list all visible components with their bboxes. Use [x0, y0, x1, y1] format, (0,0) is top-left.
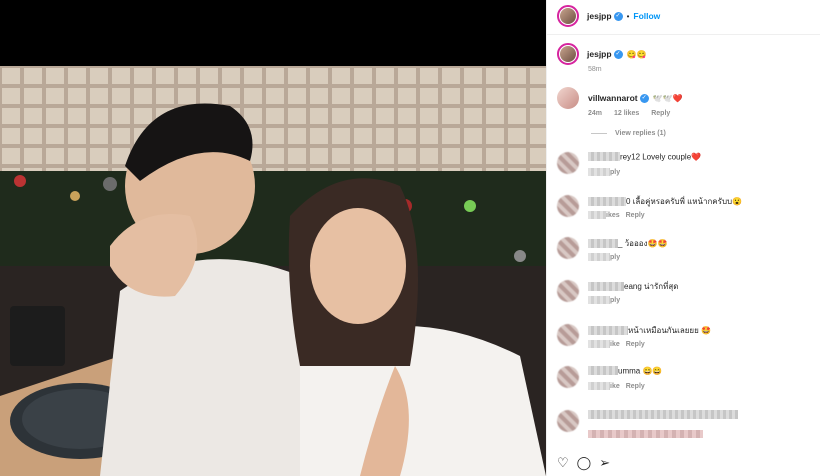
blurred-meta	[588, 296, 610, 304]
verified-icon: ✓	[613, 11, 623, 21]
blurred-meta	[588, 253, 610, 261]
reply-button[interactable]: Reply	[626, 341, 645, 348]
comment-item	[557, 410, 817, 438]
reply-button[interactable]: ply	[610, 169, 620, 176]
instagram-post-view: jesjpp ✓ • Follow jesjpp ✓ 😋😋 58m villwa…	[0, 0, 820, 476]
commenter-avatar[interactable]	[557, 324, 579, 346]
blurred-username	[588, 366, 618, 376]
blurred-meta	[588, 211, 606, 219]
comment-item: rey12 Lovely couple❤️ ply	[557, 152, 817, 176]
comment-meta: 24m 12 likes Reply	[588, 110, 680, 117]
photo-illustration	[0, 66, 546, 476]
commenter-username[interactable]: villwannarot	[588, 93, 638, 103]
blurred-comment	[588, 410, 738, 420]
commenter-avatar[interactable]	[557, 87, 579, 109]
caption-username[interactable]: jesjpp	[587, 49, 612, 59]
comment-item: villwannarot ✓ 🕊️🕊️❤️ 24m 12 likes Reply	[557, 87, 817, 117]
likes-button[interactable]: ike	[610, 383, 620, 390]
caption-text: 😋😋	[626, 49, 647, 59]
comment-icon[interactable]: ◯	[577, 456, 592, 470]
caption-time: 58m	[588, 66, 602, 73]
commenter-avatar[interactable]	[557, 195, 579, 217]
follow-button[interactable]: Follow	[633, 11, 660, 21]
likes-button[interactable]: ikes	[606, 212, 620, 219]
reply-button[interactable]: ply	[610, 297, 620, 304]
comment-text: หน้าเหมือนกันเลยยย 🤩	[628, 326, 711, 335]
blurred-username	[588, 282, 624, 291]
verified-icon: ✓	[639, 93, 649, 103]
comment-text: 0 เลื้อคู่หรอครับพี่ แหน้ากครับบ😮	[626, 197, 743, 206]
blurred-username	[588, 326, 628, 335]
caption-avatar[interactable]	[557, 43, 579, 65]
post-media[interactable]	[0, 0, 546, 476]
reply-button[interactable]: Reply	[626, 383, 645, 390]
comment-text: umma 😄😄	[618, 366, 663, 376]
blurred-username	[588, 152, 620, 162]
comment-text: rey12 Lovely couple❤️	[620, 152, 702, 162]
verified-icon: ✓	[613, 49, 623, 59]
blurred-username	[588, 197, 626, 206]
post-actions: ♡ ◯ ➢	[557, 456, 610, 470]
commenter-avatar[interactable]	[557, 366, 579, 388]
header-divider	[547, 34, 820, 35]
comment-text: eang น่ารักที่สุด	[624, 282, 679, 291]
reply-button[interactable]: ply	[610, 254, 620, 261]
commenter-avatar[interactable]	[557, 280, 579, 302]
commenter-avatar[interactable]	[557, 152, 579, 174]
post-photo[interactable]	[0, 66, 546, 476]
author-username[interactable]: jesjpp	[587, 11, 612, 21]
comment-text: 🕊️🕊️❤️	[652, 93, 683, 103]
comment-time: 24m	[588, 110, 603, 117]
comment-item: umma 😄😄 ike Reply	[557, 366, 817, 390]
author-avatar[interactable]	[557, 5, 579, 27]
comment-item: eang น่ารักที่สุด ply	[557, 280, 817, 304]
post-header: jesjpp ✓ • Follow	[557, 4, 660, 28]
likes-button[interactable]: ike	[610, 341, 620, 348]
blurred-username	[588, 239, 618, 248]
heart-icon[interactable]: ♡	[557, 456, 569, 470]
blurred-meta	[588, 382, 610, 390]
blurred-meta	[588, 340, 610, 348]
comment-text: _ ว้อออง🤩🤩	[618, 239, 668, 248]
caption: jesjpp ✓ 😋😋 58m	[557, 43, 647, 73]
blurred-meta	[588, 430, 703, 438]
replies-line	[591, 133, 607, 134]
comment-item: หน้าเหมือนกันเลยยย 🤩 ike Reply	[557, 324, 817, 348]
view-replies-label[interactable]: View replies (1)	[615, 130, 666, 137]
blurred-meta	[588, 168, 610, 176]
comments-panel: jesjpp ✓ • Follow jesjpp ✓ 😋😋 58m villwa…	[546, 0, 820, 476]
reply-button[interactable]: Reply	[651, 110, 670, 117]
comment-item: _ ว้อออง🤩🤩 ply	[557, 237, 817, 261]
commenter-avatar[interactable]	[557, 410, 579, 432]
share-icon[interactable]: ➢	[599, 456, 610, 470]
comment-likes[interactable]: 12 likes	[614, 110, 639, 117]
reply-button[interactable]: Reply	[626, 212, 645, 219]
comment-item: 0 เลื้อคู่หรอครับพี่ แหน้ากครับบ😮 ikes Re…	[557, 195, 817, 219]
separator-dot: •	[626, 11, 630, 21]
view-replies-button[interactable]: View replies (1)	[591, 130, 666, 137]
commenter-avatar[interactable]	[557, 237, 579, 259]
